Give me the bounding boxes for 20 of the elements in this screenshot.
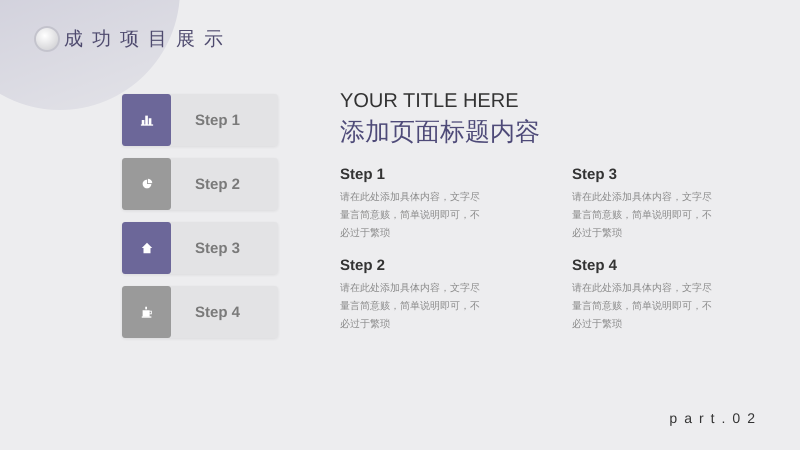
step-description: 请在此处添加具体内容，文字尽量言简意赅，简单说明即可，不必过于繁琐 bbox=[572, 190, 713, 241]
step-heading: Step 1 bbox=[340, 166, 386, 183]
step-description: 请在此处添加具体内容，文字尽量言简意赅，简单说明即可，不必过于繁琐 bbox=[572, 282, 713, 332]
house-icon bbox=[140, 241, 154, 255]
pie-chart-icon bbox=[140, 177, 154, 191]
step-description: 请在此处添加具体内容，文字尽量言简意赅，简单说明即可，不必过于繁琐 bbox=[340, 190, 481, 241]
step-label: Step 2 bbox=[195, 176, 240, 192]
step-heading: Step 2 bbox=[340, 257, 386, 274]
cup-icon bbox=[140, 305, 154, 319]
step-heading: Step 4 bbox=[572, 257, 618, 274]
subtitle: YOUR TITLE HERE bbox=[340, 90, 520, 113]
content-title: 添加页面标题内容 bbox=[340, 117, 541, 148]
step-heading: Step 3 bbox=[572, 166, 618, 183]
step-description: 请在此处添加具体内容，文字尽量言简意赅，简单说明即可，不必过于繁琐 bbox=[340, 282, 481, 332]
page-label: part.02 bbox=[669, 410, 762, 426]
step-label: Step 3 bbox=[195, 240, 240, 256]
slide-title: 成功项目展示 bbox=[64, 28, 232, 52]
bar-chart-icon bbox=[140, 113, 154, 127]
step-label: Step 1 bbox=[195, 112, 240, 128]
step-label: Step 4 bbox=[195, 304, 240, 320]
